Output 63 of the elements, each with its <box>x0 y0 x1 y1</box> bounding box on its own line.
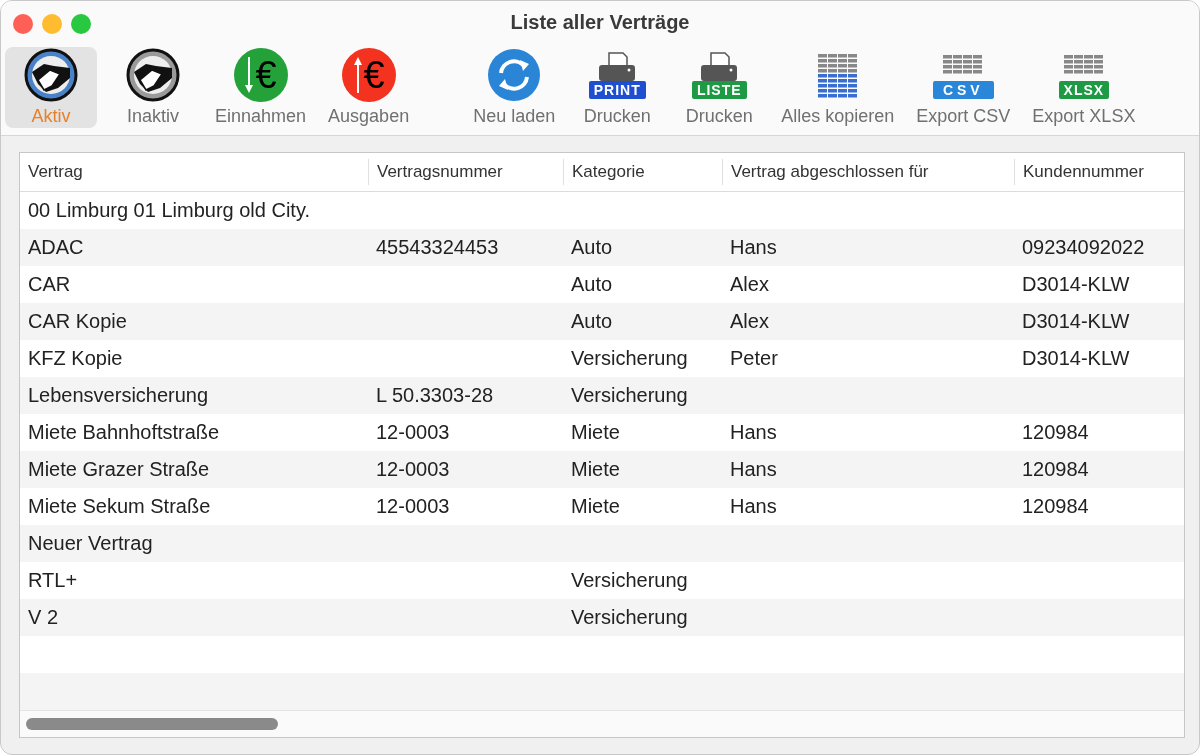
up-arrow-euro-icon: € <box>341 47 396 102</box>
toolbar-button[interactable]: CSV Export CSV <box>910 46 1017 128</box>
table-cell-text: Miete <box>570 458 621 481</box>
table-cell-text: Miete <box>570 421 621 444</box>
column-header[interactable]: Vertrag <box>20 159 368 185</box>
down-arrow-euro-icon: € <box>233 47 288 102</box>
table-cell-text: Auto <box>570 273 614 296</box>
table-cell-text: 120984 <box>1021 421 1090 444</box>
table-cell-text: Alex <box>729 273 770 296</box>
toolbar-button[interactable]: PRINT Drucken <box>571 46 664 128</box>
table-cell-text: Miete Sekum Straße <box>27 495 212 518</box>
toolbar-button[interactable]: € Einnahmen <box>209 46 313 128</box>
table-cell-text: Hans <box>729 421 778 444</box>
window-title: Liste aller Verträge <box>510 10 690 34</box>
toolbar-button[interactable]: Inaktiv <box>107 46 199 128</box>
table-cell-text: CAR <box>27 273 72 296</box>
minimize-button[interactable] <box>42 14 62 34</box>
table-cell-text: 12-0003 <box>375 458 451 481</box>
table-cell-text: 00 Limburg 01 Limburg old City. <box>27 199 311 222</box>
table-cell-text: 12-0003 <box>375 495 451 518</box>
table-cell-text: D3014-KLW <box>1021 310 1131 333</box>
column-header[interactable]: Vertragsnummer <box>368 159 563 185</box>
toolbar-button[interactable]: XLSX Export XLSX <box>1026 46 1142 128</box>
table-cell-text: D3014-KLW <box>1021 347 1131 370</box>
table-cell-text: Peter <box>729 347 779 370</box>
table-cell-text: 120984 <box>1021 458 1090 481</box>
close-button[interactable] <box>13 14 33 34</box>
table-cell-text: 09234092022 <box>1021 236 1146 259</box>
table-cell-text: Hans <box>729 236 778 259</box>
table-cell-text: D3014-KLW <box>1021 273 1131 296</box>
table-cell-text: Auto <box>570 310 614 333</box>
table-cell-text: ADAC <box>27 236 85 259</box>
table-cell-text: V 2 <box>27 606 60 629</box>
scrollbar-thumb[interactable] <box>26 718 278 730</box>
table-cell-text: Miete <box>570 495 621 518</box>
toolbar-button[interactable]: LISTE Drucken <box>673 46 766 128</box>
table-cell-text: L 50.3303-28 <box>375 384 495 407</box>
table-cell-text: Versicherung <box>570 569 689 592</box>
table-cell-text: Hans <box>729 458 778 481</box>
column-header[interactable]: Vertrag abgeschlossen für <box>722 159 1014 185</box>
table-cell-text: RTL+ <box>27 569 79 592</box>
column-header[interactable]: Kategorie <box>563 159 722 185</box>
table-cell-text: Hans <box>729 495 778 518</box>
table-cell-text: Auto <box>570 236 614 259</box>
zoom-button[interactable] <box>71 14 91 34</box>
column-header[interactable]: Kundennummer <box>1014 159 1184 185</box>
table-cell-text: 120984 <box>1021 495 1090 518</box>
table-cell-text: CAR Kopie <box>27 310 128 333</box>
table-cell-text: Versicherung <box>570 384 689 407</box>
toolbar-button[interactable]: Alles kopieren <box>775 46 901 128</box>
table-cell-text: Versicherung <box>570 606 689 629</box>
toolbar-button[interactable]: € Ausgaben <box>322 46 416 128</box>
table-cell-text: Versicherung <box>570 347 689 370</box>
reload-icon <box>487 47 542 102</box>
table-cell-text: Miete Bahnhoftstraße <box>27 421 221 444</box>
table-cell-text: Neuer Vertrag <box>27 532 154 555</box>
table-cell-text: 45543324453 <box>375 236 500 259</box>
table-cell-text: 12-0003 <box>375 421 451 444</box>
table-cell-text: Lebensversicherung <box>27 384 210 407</box>
toolbar-button[interactable]: Neu laden <box>467 46 562 128</box>
table-cell-text: Alex <box>729 310 770 333</box>
table-cell-text: KFZ Kopie <box>27 347 124 370</box>
table-cell-text: Miete Grazer Straße <box>27 458 211 481</box>
